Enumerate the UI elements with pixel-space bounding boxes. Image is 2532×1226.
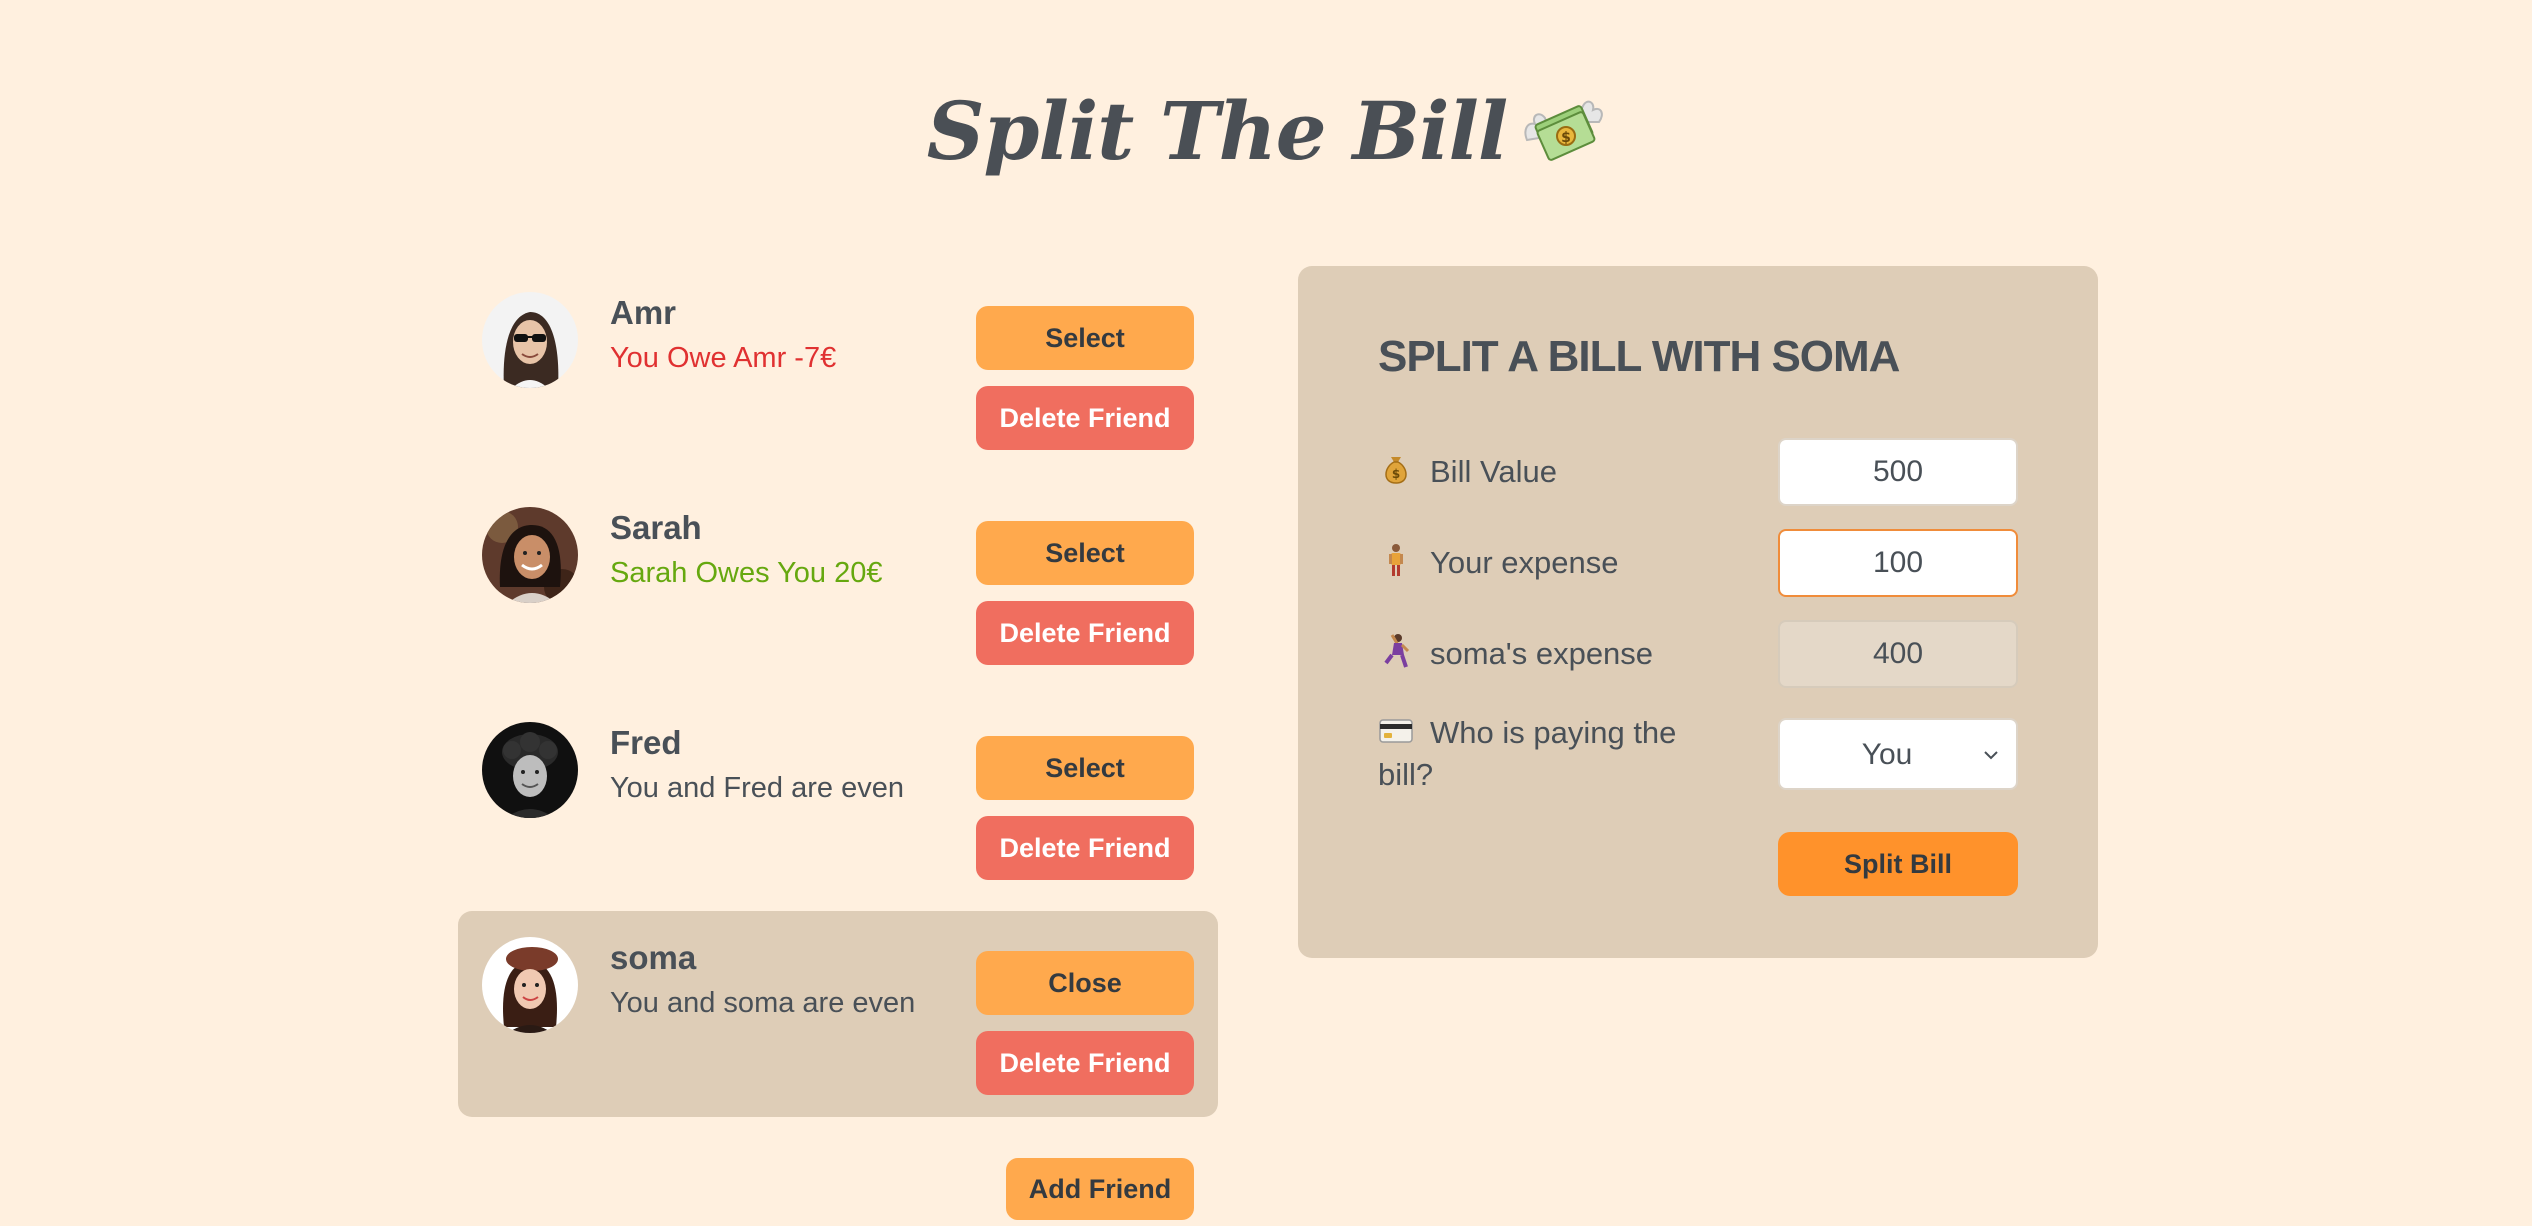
bill-value-label-text: Bill Value bbox=[1430, 454, 1557, 489]
your-expense-label: Your expense bbox=[1378, 542, 1618, 584]
person-standing-icon bbox=[1378, 542, 1414, 578]
app-title: Split The Bill bbox=[926, 84, 1509, 178]
friend-balance-status: You and Fred are even bbox=[610, 772, 904, 804]
friend-balance-status: You Owe Amr -7€ bbox=[610, 342, 837, 374]
woman-dancing-icon bbox=[1378, 633, 1414, 669]
delete-friend-button[interactable]: Delete Friend bbox=[976, 816, 1194, 880]
friend-balance-status: You and soma are even bbox=[610, 987, 916, 1019]
money-with-wings-icon: $ bbox=[1521, 92, 1605, 170]
friend-expense-label-text: soma's expense bbox=[1430, 636, 1654, 671]
payer-select-value: You bbox=[1861, 738, 1913, 771]
your-expense-input[interactable] bbox=[1778, 529, 2018, 597]
friend-item-amr: Amr You Owe Amr -7€ Select Delete Friend bbox=[458, 266, 1218, 472]
add-friend-button[interactable]: Add Friend bbox=[1006, 1158, 1194, 1220]
bill-value-input[interactable] bbox=[1778, 438, 2018, 506]
app-root: Split The Bill $ Amr You Owe Amr -7€ Sel… bbox=[0, 0, 2532, 1226]
svg-text:$: $ bbox=[1392, 467, 1400, 481]
friend-name: Amr bbox=[610, 294, 677, 331]
bill-value-label: $ Bill Value bbox=[1378, 451, 1557, 493]
close-friend-button[interactable]: Close bbox=[976, 951, 1194, 1015]
friend-balance-status: Sarah Owes You 20€ bbox=[610, 557, 883, 589]
delete-friend-button[interactable]: Delete Friend bbox=[976, 386, 1194, 450]
split-bill-button[interactable]: Split Bill bbox=[1778, 832, 2018, 896]
friend-item-sarah: Sarah Sarah Owes You 20€ Select Delete F… bbox=[458, 481, 1218, 687]
friend-expense-label: soma's expense bbox=[1378, 633, 1653, 675]
split-bill-form: SPLIT A BILL WITH SOMA $ Bill Value 500 … bbox=[1298, 266, 2098, 958]
chevron-down-icon bbox=[1984, 751, 1998, 760]
delete-friend-button[interactable]: Delete Friend bbox=[976, 1031, 1194, 1095]
select-friend-button[interactable]: Select bbox=[976, 736, 1194, 800]
avatar bbox=[482, 722, 578, 818]
payer-label: Who is paying the bill? bbox=[1378, 712, 1718, 796]
money-bag-icon: $ bbox=[1378, 451, 1414, 487]
your-expense-label-text: Your expense bbox=[1430, 545, 1619, 580]
friend-name: Sarah bbox=[610, 509, 702, 546]
friend-item-fred: Fred You and Fred are even Select Delete… bbox=[458, 696, 1218, 902]
svg-text:$: $ bbox=[1561, 130, 1571, 146]
friend-name: Fred bbox=[610, 724, 682, 761]
avatar bbox=[482, 292, 578, 388]
payer-select[interactable]: You bbox=[1778, 718, 2018, 790]
avatar bbox=[482, 937, 578, 1033]
avatar bbox=[482, 507, 578, 603]
friend-name: soma bbox=[610, 939, 697, 976]
friend-expense-input bbox=[1778, 620, 2018, 688]
friend-item-soma: soma You and soma are even Close Delete … bbox=[458, 911, 1218, 1117]
delete-friend-button[interactable]: Delete Friend bbox=[976, 601, 1194, 665]
app-header: Split The Bill $ bbox=[0, 84, 2532, 178]
select-friend-button[interactable]: Select bbox=[976, 521, 1194, 585]
credit-card-icon bbox=[1378, 712, 1414, 748]
payer-label-text: Who is paying the bill? bbox=[1378, 715, 1677, 792]
form-title: SPLIT A BILL WITH SOMA bbox=[1378, 332, 1900, 381]
select-friend-button[interactable]: Select bbox=[976, 306, 1194, 370]
